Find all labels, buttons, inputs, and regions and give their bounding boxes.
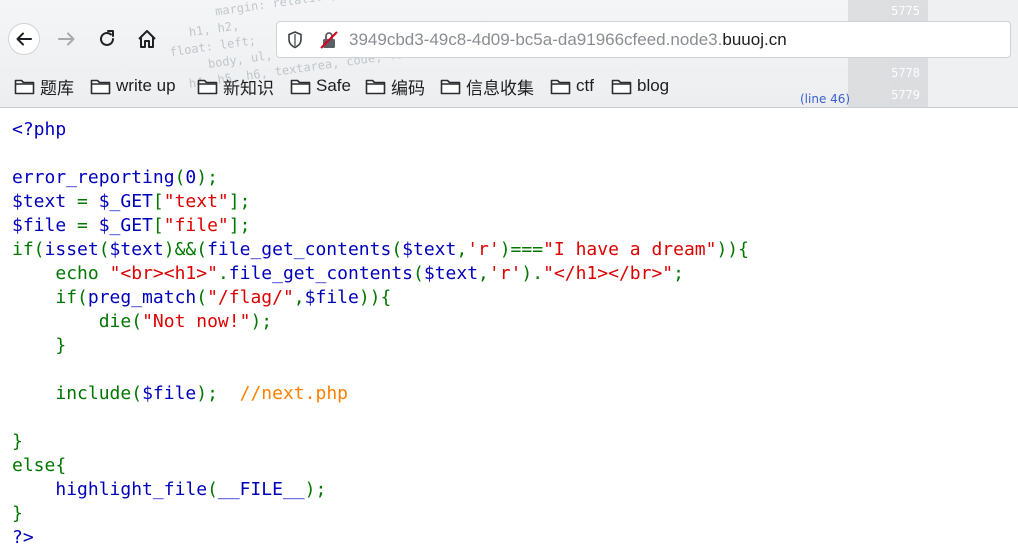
folder-icon: [611, 79, 632, 94]
folder-icon: [365, 79, 386, 94]
url-domain: buuoj.cn: [722, 30, 787, 49]
code-line: error_reporting(0);: [12, 167, 218, 188]
bookmark-folder[interactable]: ctf: [550, 75, 594, 97]
folder-icon: [197, 79, 218, 94]
arrow-left-icon: [16, 32, 32, 46]
bookmark-folder[interactable]: 编码: [365, 75, 425, 98]
bookmark-label: Safe: [316, 76, 351, 95]
bookmarks-toolbar: 题库 write up 新知识 Safe 编码 信息收集 ctf blog: [0, 71, 1018, 101]
code-line: include($file); //next.php: [55, 383, 348, 404]
bg-number: 5775: [891, 4, 920, 18]
shield-icon: [288, 31, 302, 49]
home-button[interactable]: [132, 24, 162, 54]
code-line: <?php: [12, 119, 67, 140]
code-line: die("Not now!");: [98, 311, 273, 332]
folder-icon: [440, 79, 461, 94]
code-line: }: [12, 431, 23, 452]
browser-chrome: margin: relative; h1, h2, float: left; b…: [0, 0, 1018, 108]
reload-icon: [100, 30, 114, 46]
bookmark-folder[interactable]: write up: [90, 75, 176, 97]
code-line: }: [55, 335, 67, 356]
bookmark-label: blog: [637, 76, 670, 95]
folder-icon: [90, 79, 111, 94]
code-line: echo "<br><h1>".file_get_contents($text,…: [55, 263, 684, 284]
forward-button[interactable]: [52, 24, 82, 54]
bookmark-label: 新知识: [223, 78, 274, 98]
insecure-lock-icon: [320, 31, 338, 49]
folder-icon: [290, 79, 311, 94]
back-button[interactable]: [8, 23, 40, 55]
bookmark-folder[interactable]: 题库: [14, 75, 74, 98]
folder-icon: [14, 79, 35, 94]
reload-button[interactable]: [92, 24, 122, 54]
home-icon: [138, 30, 156, 48]
address-bar[interactable]: 3949cbd3-49c8-4d09-bc5a-da91966cfeed.nod…: [276, 21, 1011, 58]
code-line: }: [12, 503, 23, 524]
bookmark-folder[interactable]: 信息收集: [440, 75, 534, 98]
bookmark-folder[interactable]: Safe: [290, 75, 351, 97]
code-line: highlight_file(__FILE__);: [55, 479, 327, 500]
code-line: $file = $_GET["file"];: [12, 215, 251, 236]
bookmark-label: ctf: [576, 76, 594, 95]
bookmark-label: 题库: [40, 78, 74, 98]
code-line: if(isset($text)&&(file_get_contents($tex…: [12, 239, 749, 260]
bookmark-folder[interactable]: 新知识: [197, 75, 274, 98]
arrow-right-icon: [58, 32, 75, 46]
code-line: ?>: [12, 527, 34, 548]
folder-icon: [550, 79, 571, 94]
bookmark-label: write up: [116, 76, 176, 95]
url-text: 3949cbd3-49c8-4d09-bc5a-da91966cfeed.nod…: [349, 30, 787, 50]
code-line: else{: [12, 455, 67, 476]
php-source-code: <?php error_reporting(0); $text = $_GET["t…: [12, 118, 749, 550]
code-line: $text = $_GET["text"];: [12, 191, 251, 212]
bookmark-folder[interactable]: blog: [611, 75, 669, 97]
url-prefix: 3949cbd3-49c8-4d09-bc5a-da91966cfeed.nod…: [349, 30, 723, 49]
bookmark-label: 编码: [391, 78, 425, 98]
bookmark-label: 信息收集: [466, 78, 534, 98]
code-line: if(preg_match("/flag/",$file)){: [55, 287, 392, 308]
